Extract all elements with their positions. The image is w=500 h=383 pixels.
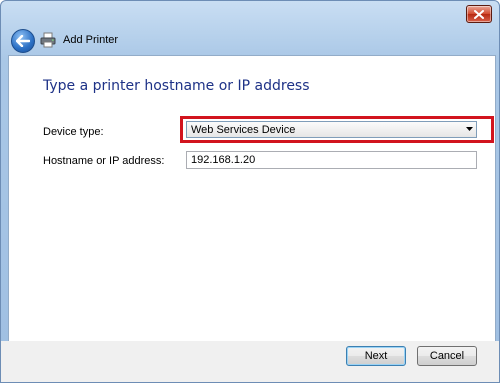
wizard-content: Type a printer hostname or IP address De… xyxy=(8,55,496,343)
page-heading: Type a printer hostname or IP address xyxy=(43,78,310,94)
wizard-header: Add Printer xyxy=(1,27,499,55)
device-type-select[interactable]: Web Services Device xyxy=(186,121,477,138)
back-button[interactable] xyxy=(11,29,35,53)
hostname-input[interactable] xyxy=(186,151,477,169)
device-type-value: Web Services Device xyxy=(191,124,296,136)
device-type-label: Device type: xyxy=(43,126,104,138)
title-bar xyxy=(1,1,499,27)
window-close-button[interactable] xyxy=(466,5,492,23)
next-button[interactable]: Next xyxy=(346,346,406,366)
wizard-footer: Next Cancel xyxy=(1,341,499,382)
close-icon xyxy=(474,9,484,19)
hostname-label: Hostname or IP address: xyxy=(43,155,165,167)
back-arrow-icon xyxy=(16,35,30,47)
add-printer-window: Add Printer Type a printer hostname or I… xyxy=(0,0,500,383)
printer-icon xyxy=(40,32,56,48)
chevron-down-icon xyxy=(466,127,473,131)
cancel-button[interactable]: Cancel xyxy=(417,346,477,366)
window-title: Add Printer xyxy=(63,34,119,46)
